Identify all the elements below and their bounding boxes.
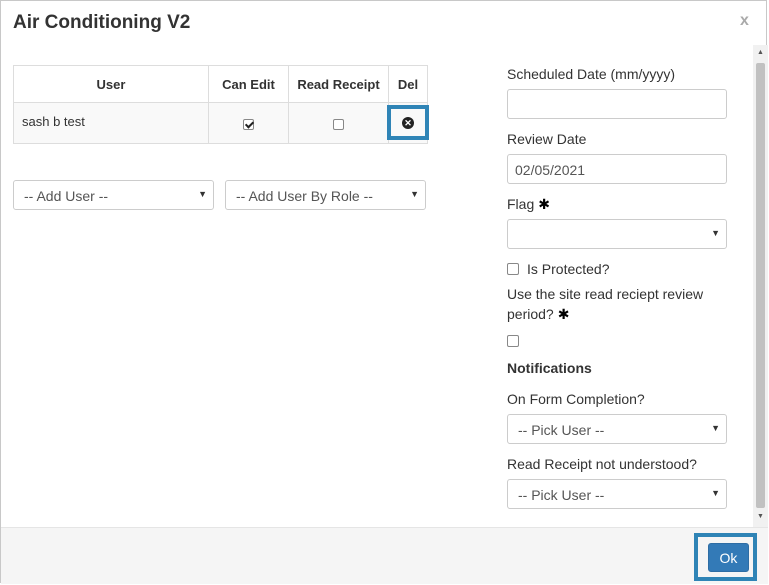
site-read-receipt-label-text: period? bbox=[507, 306, 554, 322]
caret-down-icon: ▼ bbox=[711, 228, 720, 238]
modal-header: Air Conditioning V2 x bbox=[1, 1, 768, 45]
users-table: User Can Edit Read Receipt Del sash b te… bbox=[13, 65, 428, 144]
required-asterisk-icon: ✱ bbox=[538, 196, 550, 212]
can-edit-checkbox[interactable] bbox=[243, 118, 254, 130]
read-receipt-not-understood-value: -- Pick User -- bbox=[518, 487, 605, 503]
modal-footer bbox=[1, 527, 768, 584]
caret-down-icon: ▼ bbox=[198, 189, 207, 199]
remove-circle-icon: ✕ bbox=[402, 116, 414, 129]
read-receipt-not-understood-label: Read Receipt not understood? bbox=[507, 456, 697, 472]
read-receipt-not-understood-select[interactable]: -- Pick User -- ▼ bbox=[507, 479, 727, 509]
notifications-heading: Notifications bbox=[507, 360, 592, 376]
flag-select[interactable]: ▼ bbox=[507, 219, 727, 249]
scroll-up-arrow-icon[interactable]: ▲ bbox=[757, 49, 764, 56]
caret-down-icon: ▼ bbox=[410, 189, 419, 199]
modal-dialog: Air Conditioning V2 x User Can Edit Read… bbox=[0, 0, 768, 584]
add-user-by-role-select[interactable]: -- Add User By Role -- ▼ bbox=[225, 180, 426, 210]
is-protected-checkbox[interactable] bbox=[507, 263, 519, 275]
table-header-row: User Can Edit Read Receipt Del bbox=[13, 65, 428, 103]
flag-label-text: Flag bbox=[507, 196, 535, 212]
scheduled-date-label: Scheduled Date (mm/yyyy) bbox=[507, 66, 676, 82]
column-header-user: User bbox=[13, 65, 209, 103]
column-header-read-receipt: Read Receipt bbox=[288, 65, 389, 103]
caret-down-icon: ▼ bbox=[711, 488, 720, 498]
add-user-by-role-select-value: -- Add User By Role -- bbox=[236, 188, 373, 204]
review-date-input[interactable]: 02/05/2021 bbox=[507, 154, 727, 184]
site-read-receipt-label-line2: period? ✱ bbox=[507, 306, 569, 323]
close-button[interactable]: x bbox=[740, 12, 749, 30]
modal-body: User Can Edit Read Receipt Del sash b te… bbox=[1, 45, 768, 527]
scheduled-date-input[interactable] bbox=[507, 89, 727, 119]
scroll-down-arrow-icon[interactable]: ▼ bbox=[757, 513, 764, 520]
add-user-select[interactable]: -- Add User -- ▼ bbox=[13, 180, 214, 210]
ok-button[interactable]: Ok bbox=[708, 543, 749, 572]
review-date-label: Review Date bbox=[507, 131, 587, 147]
site-read-receipt-checkbox[interactable] bbox=[507, 335, 519, 347]
column-header-del: Del bbox=[388, 65, 428, 103]
on-form-completion-value: -- Pick User -- bbox=[518, 422, 605, 438]
read-receipt-cell bbox=[288, 102, 389, 144]
site-read-receipt-label-line1: Use the site read reciept review bbox=[507, 286, 704, 302]
modal-title: Air Conditioning V2 bbox=[13, 12, 191, 33]
user-name-cell: sash b test bbox=[13, 102, 209, 144]
is-protected-label: Is Protected? bbox=[527, 261, 610, 277]
can-edit-cell bbox=[208, 102, 289, 144]
caret-down-icon: ▼ bbox=[711, 423, 720, 433]
flag-label: Flag ✱ bbox=[507, 196, 550, 213]
on-form-completion-label: On Form Completion? bbox=[507, 391, 645, 407]
required-asterisk-icon: ✱ bbox=[557, 306, 570, 322]
table-row: sash b test bbox=[13, 102, 428, 144]
on-form-completion-select[interactable]: -- Pick User -- ▼ bbox=[507, 414, 727, 444]
delete-user-button[interactable]: ✕ bbox=[387, 105, 429, 140]
column-header-can-edit: Can Edit bbox=[208, 65, 289, 103]
add-user-select-value: -- Add User -- bbox=[24, 188, 109, 204]
ok-button-highlight: Ok bbox=[694, 533, 757, 581]
scrollbar-thumb[interactable] bbox=[756, 63, 765, 508]
read-receipt-checkbox[interactable] bbox=[333, 118, 344, 130]
vertical-scrollbar[interactable]: ▲ ▼ bbox=[753, 45, 768, 527]
